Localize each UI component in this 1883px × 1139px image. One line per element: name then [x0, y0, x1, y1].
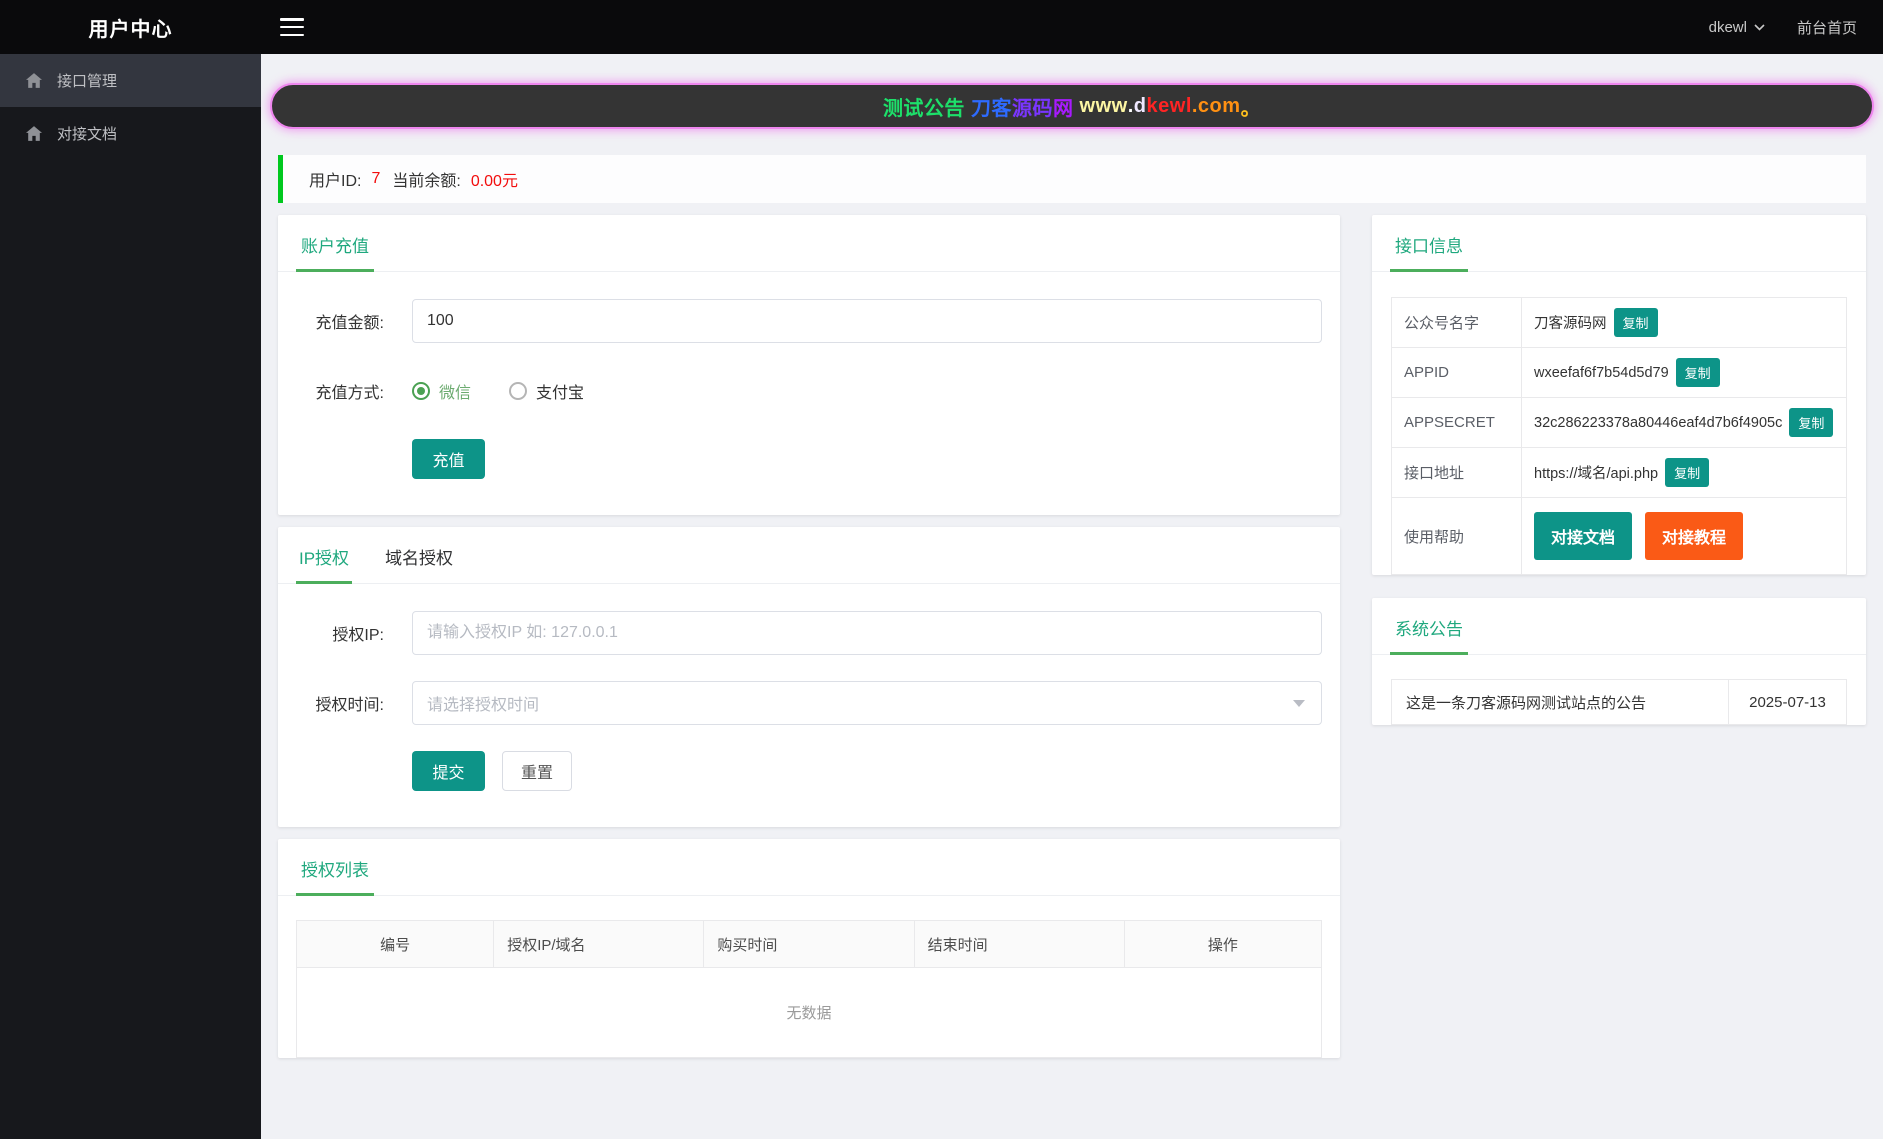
auth-time-label: 授权时间:	[315, 697, 384, 714]
recharge-card: 账户充值 充值金额: 充值方式: 微信	[278, 215, 1340, 515]
auth-list-card: 授权列表 编号 授权IP/域名 购买时间 结束时间 操作 无数据	[278, 839, 1340, 1058]
column-header-ip-domain: 授权IP/域名	[493, 921, 703, 967]
banner-segment: kewl	[1146, 94, 1192, 117]
sidebar-item-api-manage[interactable]: 接口管理	[0, 54, 261, 107]
radio-wechat[interactable]: 微信	[412, 379, 471, 403]
copy-button[interactable]: 复制	[1665, 458, 1710, 487]
appsecret-label: APPSECRET	[1392, 398, 1522, 447]
username: dkewl	[1708, 18, 1747, 36]
radio-selected-icon	[412, 382, 430, 400]
system-notice-card: 系统公告 这是一条刀客源码网测试站点的公告 2025-07-13	[1372, 598, 1866, 725]
api-info-table: 公众号名字 刀客源码网 复制 APPID wxeefaf6f7b54d5d79 …	[1391, 297, 1847, 575]
auth-submit-button[interactable]: 提交	[412, 751, 485, 791]
announcement-banner: 测试公告 刀客 源码网 www. d kewl .com。	[270, 83, 1874, 129]
help-label: 使用帮助	[1392, 498, 1522, 574]
auth-list-header: 授权列表	[278, 839, 1340, 896]
amount-label: 充值金额:	[315, 315, 384, 332]
home-icon	[26, 73, 42, 88]
copy-button[interactable]: 复制	[1675, 358, 1720, 387]
tab-domain-auth[interactable]: 域名授权	[382, 527, 456, 584]
recharge-submit-button[interactable]: 充值	[412, 439, 485, 479]
authorization-tabs: IP授权 域名授权	[278, 527, 1340, 584]
api-url-label: 接口地址	[1392, 448, 1522, 497]
user-id-value: 7	[371, 170, 381, 187]
topbar-right: dkewl 前台首页	[1709, 17, 1883, 38]
table-row: 公众号名字 刀客源码网 复制	[1392, 298, 1846, 347]
banner-segment: 。	[1240, 97, 1262, 120]
auth-list-title: 授权列表	[296, 839, 374, 896]
account-name-value: 刀客源码网	[1534, 316, 1607, 332]
auth-ip-input[interactable]	[412, 611, 1322, 655]
api-info-card: 接口信息 公众号名字 刀客源码网 复制 APPID wxeefaf6f7b54d…	[1372, 215, 1866, 575]
radio-alipay[interactable]: 支付宝	[509, 379, 584, 403]
banner-segment: 源码	[1012, 97, 1053, 120]
sidebar: 接口管理 对接文档	[0, 54, 261, 1139]
notice-date: 2025-07-13	[1728, 680, 1846, 724]
top-header: 用户中心 dkewl 前台首页	[0, 0, 1883, 54]
radio-unselected-icon	[509, 382, 528, 400]
appid-value: wxeefaf6f7b54d5d79	[1534, 364, 1669, 381]
auth-reset-button[interactable]: 重置	[502, 751, 572, 791]
api-info-header: 接口信息	[1372, 215, 1866, 272]
table-row: 接口地址 https://域名/api.php 复制	[1392, 447, 1846, 497]
copy-button[interactable]: 复制	[1613, 308, 1658, 337]
auth-ip-label: 授权IP:	[332, 627, 384, 644]
auth-time-placeholder: 请选择授权时间	[427, 697, 540, 714]
radio-alipay-label: 支付宝	[536, 385, 585, 402]
banner-segment: d	[1133, 94, 1147, 117]
main-content: 测试公告 刀客 源码网 www. d kewl .com。 用户ID: 7 当前余额: …	[261, 54, 1883, 1139]
recharge-card-header: 账户充值	[278, 215, 1340, 272]
api-url-value: https://域名/api.php	[1534, 466, 1659, 482]
home-icon	[26, 126, 42, 141]
docs-button[interactable]: 对接文档	[1534, 512, 1633, 560]
user-dropdown[interactable]: dkewl	[1709, 19, 1765, 36]
system-notice-header: 系统公告	[1372, 598, 1866, 655]
banner-segment: 测试公告	[882, 97, 965, 120]
sidebar-item-label: 对接文档	[57, 126, 118, 143]
chevron-down-icon	[1293, 699, 1305, 707]
banner-segment: 网	[1053, 97, 1074, 120]
payment-method-group: 微信 支付宝	[412, 369, 584, 413]
balance-value: 0.00元	[470, 173, 518, 190]
authorization-card: IP授权 域名授权 授权IP: 授权时间: 请选择授权时间	[278, 527, 1340, 827]
table-row: 使用帮助 对接文档 对接教程	[1392, 497, 1846, 574]
auth-time-select[interactable]: 请选择授权时间	[412, 681, 1322, 725]
notice-row: 这是一条刀客源码网测试站点的公告 2025-07-13	[1391, 679, 1847, 725]
column-header-id: 编号	[380, 936, 411, 954]
column-header-actions: 操作	[1123, 921, 1321, 967]
tutorial-button[interactable]: 对接教程	[1645, 512, 1744, 560]
app-title: 用户中心	[88, 18, 173, 41]
banner-segment: www	[1073, 94, 1128, 117]
hamburger-menu-icon[interactable]	[280, 18, 304, 36]
user-info-bar: 用户ID: 7 当前余额: 0.00元	[278, 155, 1866, 203]
copy-button[interactable]: 复制	[1789, 408, 1834, 437]
appsecret-value: 32c286223378a80446eaf4d7b6f4905c	[1534, 414, 1783, 431]
table-row: APPID wxeefaf6f7b54d5d79 复制	[1392, 347, 1846, 397]
table-row: APPSECRET 32c286223378a80446eaf4d7b6f490…	[1392, 397, 1846, 447]
account-name-label: 公众号名字	[1392, 298, 1522, 347]
api-info-title: 接口信息	[1390, 215, 1468, 272]
radio-wechat-label: 微信	[439, 385, 472, 402]
method-label: 充值方式:	[315, 385, 384, 402]
sidebar-item-docs[interactable]: 对接文档	[0, 107, 261, 160]
auth-list-table: 编号 授权IP/域名 购买时间 结束时间 操作 无数据	[296, 920, 1322, 1058]
system-notice-title: 系统公告	[1390, 598, 1468, 655]
tab-ip-auth[interactable]: IP授权	[296, 527, 353, 584]
column-header-buy-time: 购买时间	[703, 921, 913, 967]
balance-label: 当前余额:	[392, 173, 461, 190]
banner-segment: 刀客	[964, 97, 1012, 120]
column-header-end-time: 结束时间	[913, 921, 1124, 967]
frontend-home-link[interactable]: 前台首页	[1797, 17, 1857, 38]
appid-label: APPID	[1392, 348, 1522, 397]
user-id-label: 用户ID:	[309, 173, 362, 190]
empty-state-text: 无数据	[297, 967, 1321, 1057]
sidebar-item-label: 接口管理	[57, 73, 118, 90]
amount-input[interactable]	[412, 299, 1322, 343]
recharge-card-title: 账户充值	[296, 215, 374, 272]
banner-segment: .com	[1191, 94, 1241, 117]
notice-text: 这是一条刀客源码网测试站点的公告	[1406, 694, 1647, 712]
chevron-down-icon	[1754, 23, 1765, 31]
